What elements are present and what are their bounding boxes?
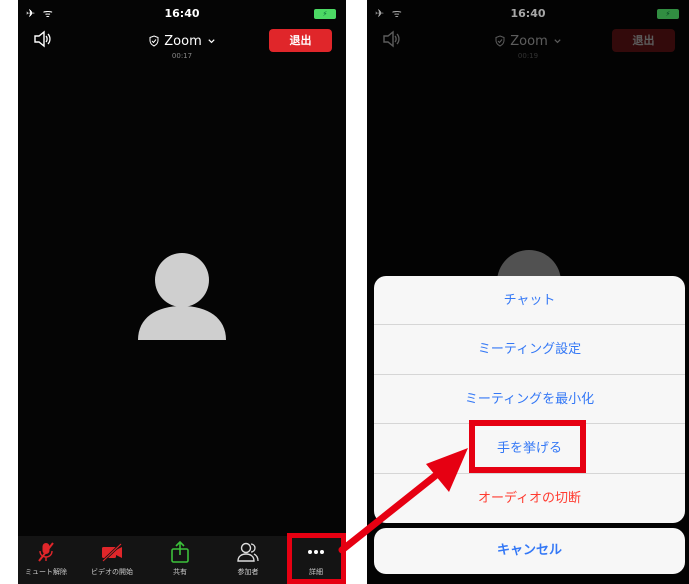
disconnect-audio-menu-item[interactable]: オーディオの切断 [374, 474, 685, 523]
minimize-meeting-menu-item[interactable]: ミーティングを最小化 [374, 375, 685, 425]
start-video-button[interactable]: ビデオの開始 [84, 541, 140, 577]
raise-hand-highlight [469, 420, 586, 473]
participants-button[interactable]: 参加者 [220, 541, 276, 577]
video-off-icon [102, 543, 122, 562]
meeting-timer: 00:17 [171, 52, 193, 60]
unmute-label: ミュート解除 [25, 568, 67, 576]
left-phone-screen: ✈ ᯤ 16:40 ⚡ Zoom 00:17 退出 ミュート解除 ビデオの開始 … [18, 0, 346, 584]
share-button[interactable]: 共有 [152, 541, 208, 577]
participants-icon [237, 542, 259, 562]
status-bar: ✈ ᯤ 16:40 ⚡ [18, 0, 346, 22]
chevron-down-icon [208, 38, 215, 43]
chat-menu-item[interactable]: チャット [374, 276, 685, 326]
mic-muted-icon [38, 542, 54, 562]
participant-avatar-icon [138, 253, 226, 340]
shield-check-icon [149, 35, 159, 47]
share-icon [171, 541, 189, 563]
participants-label: 参加者 [237, 568, 259, 576]
meeting-header: Zoom 00:17 退出 [18, 26, 346, 62]
status-time: 16:40 [164, 7, 200, 20]
meeting-settings-menu-item[interactable]: ミーティング設定 [374, 325, 685, 375]
right-phone-screen: ✈ ᯤ 16:40 ⚡ Zoom 00:19 退出 チャット ミーティング設定 … [367, 0, 689, 584]
share-label: 共有 [173, 568, 187, 576]
start-video-label: ビデオの開始 [91, 568, 133, 576]
cancel-button[interactable]: キャンセル [374, 528, 685, 574]
cancel-sheet: キャンセル [374, 528, 685, 574]
unmute-button[interactable]: ミュート解除 [18, 541, 74, 577]
more-button-highlight [287, 533, 346, 584]
meeting-title: Zoom [164, 33, 202, 49]
leave-button[interactable]: 退出 [269, 29, 332, 52]
action-sheet: チャット ミーティング設定 ミーティングを最小化 手を挙げる オーディオの切断 [374, 276, 685, 523]
battery-icon: ⚡ [314, 9, 336, 19]
